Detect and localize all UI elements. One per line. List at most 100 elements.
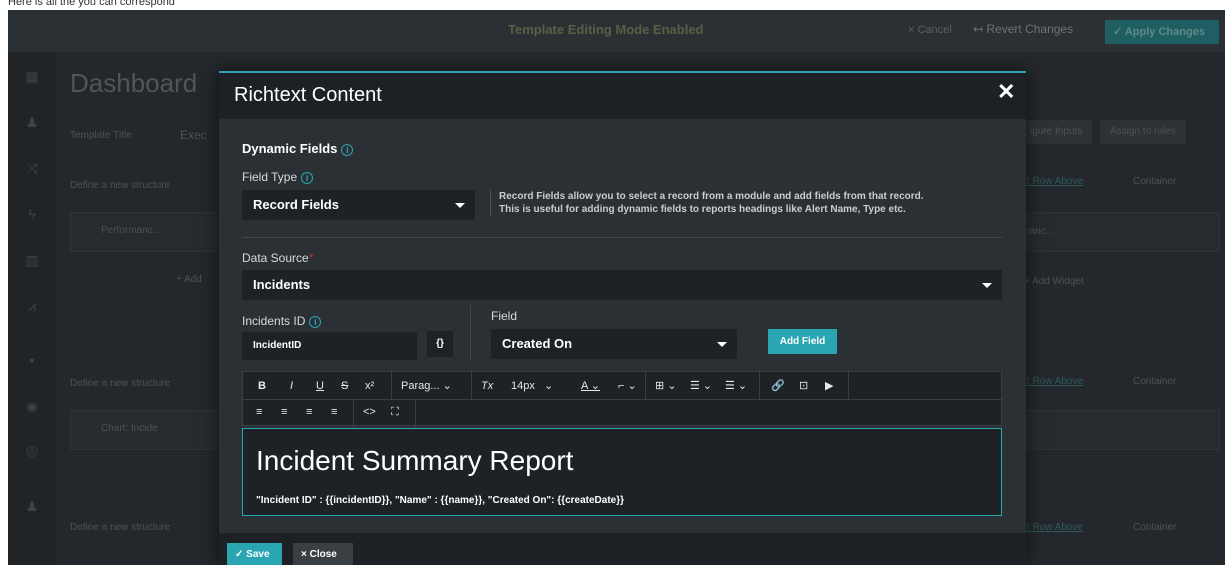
- align-left-button[interactable]: ≡: [256, 403, 262, 421]
- table-button[interactable]: ⊞ ⌄: [655, 377, 677, 395]
- help-line: This is useful for adding dynamic fields…: [499, 204, 906, 215]
- field-label: Field: [491, 309, 518, 323]
- align-center-button[interactable]: ≡: [281, 403, 287, 421]
- font-size-label: 14px: [511, 380, 535, 392]
- dashboard-icon[interactable]: ▦: [24, 68, 40, 84]
- media-icon[interactable]: ▶: [825, 377, 833, 395]
- insert-row-above-link[interactable]: ert Row Above: [1018, 376, 1083, 387]
- widget-title: Performanc...: [101, 225, 162, 236]
- shuffle-icon[interactable]: ⤨: [24, 160, 40, 176]
- save-button[interactable]: ✓ Save: [227, 543, 282, 565]
- container-label: Container: [1133, 522, 1177, 533]
- data-source-label-wrap: Data Source*: [242, 251, 313, 265]
- toolbar-separator: [848, 372, 849, 399]
- define-structure-label: Define a new structure: [70, 522, 171, 533]
- insert-row-above-link[interactable]: ert Row Above: [1018, 522, 1083, 533]
- container-label: Container: [1133, 376, 1177, 387]
- template-title-label: Template Title: [70, 130, 132, 141]
- highlight-button[interactable]: ⌐ ⌄: [618, 377, 637, 395]
- apply-changes-button[interactable]: ✓ Apply Changes: [1105, 20, 1219, 44]
- revert-changes-button[interactable]: ↤ Revert Changes: [973, 22, 1073, 36]
- info-icon[interactable]: i: [309, 315, 322, 328]
- editor-heading[interactable]: Incident Summary Report: [256, 445, 573, 477]
- add-button[interactable]: + Add: [176, 274, 202, 285]
- superscript-button[interactable]: x²: [365, 377, 374, 395]
- variable-picker-button[interactable]: {}: [427, 331, 453, 357]
- divider: [242, 237, 1002, 238]
- fullscreen-icon[interactable]: ⛶: [391, 403, 399, 421]
- incidents-id-input[interactable]: IncidentID: [242, 332, 417, 360]
- cancel-button[interactable]: × Cancel: [908, 24, 952, 36]
- field-select[interactable]: Created On: [491, 329, 737, 359]
- incidents-id-label: Incidents ID: [242, 314, 306, 328]
- users-icon[interactable]: ♟: [24, 114, 40, 130]
- container-label: Container: [1133, 176, 1177, 187]
- incidents-id-label-wrap: Incidents ID i: [242, 314, 322, 328]
- chart-widget-title: Chart: Incide: [101, 423, 158, 434]
- bold-button[interactable]: B: [258, 377, 266, 395]
- toolbar-separator: [391, 372, 392, 399]
- chart-icon[interactable]: ⩘: [24, 298, 40, 314]
- richtext-modal: Richtext Content ✕ Dynamic Fields i Field…: [219, 71, 1026, 565]
- insert-row-above-link[interactable]: ert Row Above: [1018, 176, 1083, 187]
- team-icon[interactable]: ♟: [24, 498, 40, 514]
- configure-inputs-button[interactable]: igure Inputs: [1020, 120, 1093, 144]
- left-sidebar: ▦ ♟ ⤨ ϟ ▥ ⩘ ▪ ◉ ◎ ♟: [8, 52, 56, 565]
- italic-button[interactable]: I: [290, 377, 293, 395]
- image-icon[interactable]: ⊡: [799, 377, 808, 395]
- highlight-icon: ⌐: [618, 380, 625, 392]
- caption-text: Here is all the you can correspond: [8, 0, 175, 8]
- define-structure-label: Define a new structure: [70, 180, 171, 191]
- chevron-down-icon: [717, 342, 727, 347]
- code-icon[interactable]: <>: [363, 403, 376, 421]
- grid-icon[interactable]: ▪: [24, 352, 40, 368]
- toolbar-separator: [353, 400, 354, 427]
- add-widget-button[interactable]: + Add Widget: [1024, 276, 1084, 287]
- template-mode-text: Template Editing Mode Enabled: [508, 22, 704, 37]
- strikethrough-button[interactable]: S: [341, 377, 348, 395]
- define-structure-label: Define a new structure: [70, 378, 171, 389]
- help-line: Record Fields allow you to select a reco…: [499, 191, 924, 202]
- richtext-editor[interactable]: Incident Summary Report "Incident ID" : …: [242, 428, 1002, 516]
- clear-format-button[interactable]: Tx: [481, 377, 493, 395]
- bolt-icon[interactable]: ϟ: [24, 206, 40, 222]
- vertical-divider: [470, 305, 471, 361]
- app-window: Template Editing Mode Enabled × Cancel ↤…: [8, 10, 1225, 565]
- page-title: Dashboard: [70, 68, 198, 98]
- underline-button[interactable]: U: [316, 377, 324, 395]
- toolbar-separator: [415, 400, 416, 427]
- add-field-button[interactable]: Add Field: [768, 329, 837, 354]
- dynamic-fields-label: Dynamic Fields: [242, 141, 338, 156]
- close-button[interactable]: × Close: [293, 543, 353, 565]
- data-source-label: Data Source: [242, 251, 309, 265]
- table-icon: ⊞: [655, 380, 665, 392]
- link-icon[interactable]: 🔗: [771, 377, 785, 395]
- globe-icon[interactable]: ◎: [24, 442, 40, 458]
- align-justify-button[interactable]: ≡: [331, 403, 337, 421]
- assign-roles-button[interactable]: Assign to roles: [1100, 120, 1186, 144]
- toolbar-row: B I U S x² Parag... ⌄ Tx 14px ⌄ A ⌄ ⌐ ⌄ …: [243, 372, 1003, 399]
- info-icon[interactable]: i: [341, 143, 354, 156]
- font-color-button[interactable]: A ⌄: [581, 377, 600, 395]
- data-source-value: Incidents: [253, 277, 311, 292]
- template-title-value[interactable]: Exec: [180, 128, 207, 142]
- toolbar-separator: [471, 372, 472, 399]
- dynamic-fields-heading: Dynamic Fields i: [242, 141, 354, 156]
- paragraph-label: Parag...: [401, 380, 440, 392]
- field-type-select[interactable]: Record Fields: [242, 190, 475, 220]
- close-icon[interactable]: ✕: [997, 81, 1015, 103]
- required-marker: *: [308, 251, 314, 265]
- numbered-list-button[interactable]: ☰ ⌄: [725, 377, 747, 395]
- editor-toolbar: B I U S x² Parag... ⌄ Tx 14px ⌄ A ⌄ ⌐ ⌄ …: [242, 371, 1003, 427]
- editor-body[interactable]: "Incident ID" : {{incidentID}}, "Name" :…: [256, 495, 624, 506]
- circle-up-icon[interactable]: ◉: [24, 398, 40, 414]
- align-right-button[interactable]: ≡: [306, 403, 312, 421]
- paragraph-dropdown[interactable]: Parag... ⌄: [401, 377, 452, 395]
- font-color-icon: A: [581, 380, 588, 392]
- chevron-down-icon: [982, 283, 992, 288]
- font-size-dropdown[interactable]: 14px ⌄: [511, 377, 553, 395]
- building-icon[interactable]: ▥: [24, 252, 40, 268]
- data-source-select[interactable]: Incidents: [242, 270, 1002, 300]
- bullet-list-button[interactable]: ☰ ⌄: [690, 377, 712, 395]
- info-icon[interactable]: i: [301, 171, 314, 184]
